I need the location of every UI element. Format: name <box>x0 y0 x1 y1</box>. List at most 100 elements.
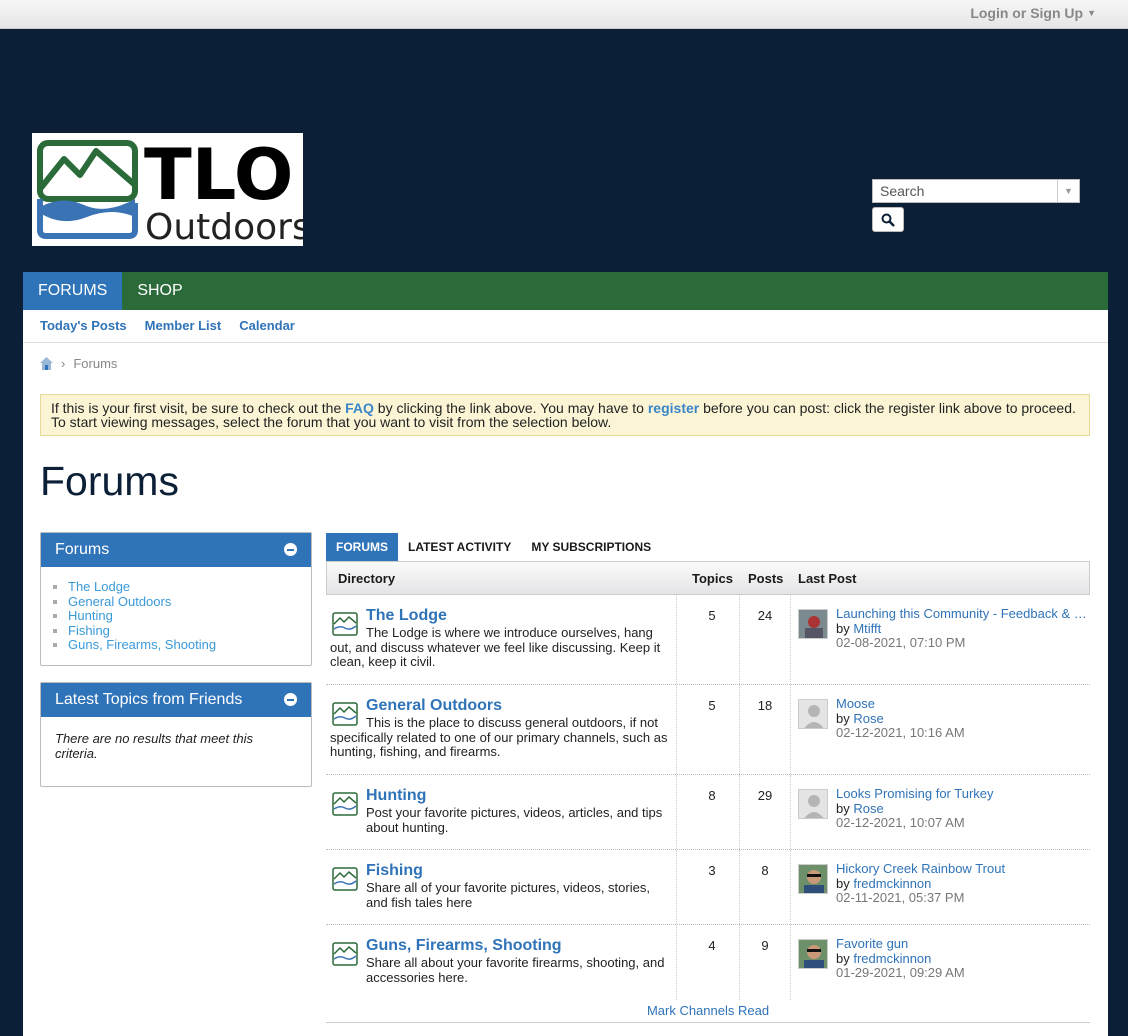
column-divider <box>790 925 791 1000</box>
divider <box>326 1022 1090 1023</box>
logo-text-outdoors: Outdoors <box>145 207 303 246</box>
column-divider <box>790 685 791 774</box>
search-input[interactable] <box>873 180 1057 202</box>
author-link[interactable]: Rose <box>853 801 883 816</box>
search-button[interactable] <box>872 207 904 232</box>
breadcrumb-separator: › <box>61 356 66 371</box>
sub-nav: Today's Posts Member List Calendar <box>23 310 1108 343</box>
todays-posts-link[interactable]: Today's Posts <box>40 310 127 342</box>
page-content: FORUMS SHOP Today's Posts Member List Ca… <box>23 272 1108 1036</box>
author-link[interactable]: fredmckinnon <box>853 876 931 891</box>
by-label: by <box>836 875 854 891</box>
forum-description: This is the place to discuss general out… <box>330 715 668 759</box>
last-post-author: by fredmckinnon <box>836 875 1088 892</box>
avatar[interactable] <box>798 609 828 639</box>
column-divider <box>739 925 740 1000</box>
posts-count: 9 <box>761 938 769 953</box>
header-directory: Directory <box>338 570 396 586</box>
forum-table: Directory Topics Posts Last Post The Lod… <box>326 561 1090 1000</box>
forum-list: The Lodge General Outdoors Hunting Fishi… <box>41 567 311 665</box>
calendar-link[interactable]: Calendar <box>239 310 295 342</box>
forum-description: Post your favorite pictures, videos, art… <box>366 805 663 835</box>
forum-description: Share all of your favorite pictures, vid… <box>366 880 650 910</box>
member-list-link[interactable]: Member List <box>145 310 222 342</box>
header-posts: Posts <box>748 570 784 586</box>
logo-text-tlo: TLO <box>144 134 293 216</box>
mark-channels-read-link[interactable]: Mark Channels Read <box>326 1003 1090 1018</box>
welcome-notice: If this is your first visit, be sure to … <box>40 394 1090 436</box>
avatar[interactable] <box>798 864 828 894</box>
header-topics: Topics <box>692 570 733 586</box>
author-link[interactable]: Mtifft <box>853 621 881 636</box>
last-post: Hickory Creek Rainbow Trout by fredmckin… <box>836 862 1088 906</box>
author-link[interactable]: fredmckinnon <box>853 951 931 966</box>
forum-title-link[interactable]: The Lodge <box>366 607 447 625</box>
by-label: by <box>836 950 854 966</box>
posts-count: 29 <box>757 788 773 803</box>
forum-link-hunting[interactable]: Hunting <box>68 608 113 623</box>
avatar[interactable] <box>798 699 828 729</box>
last-post: Looks Promising for Turkey by Rose 02-12… <box>836 787 1088 831</box>
last-post-author: by Mtifft <box>836 621 1088 637</box>
table-row: Fishing Share all of your favorite pictu… <box>326 850 1090 925</box>
register-link[interactable]: register <box>648 400 699 416</box>
forum-title-link[interactable]: General Outdoors <box>366 697 502 715</box>
nav-tab-forums[interactable]: FORUMS <box>23 272 123 310</box>
page-title: Forums <box>40 458 179 504</box>
topics-count: 3 <box>708 863 716 878</box>
tab-latest-activity[interactable]: LATEST ACTIVITY <box>398 533 521 561</box>
last-post-date: 02-12-2021, 10:07 AM <box>836 815 965 830</box>
avatar[interactable] <box>798 789 828 819</box>
last-post-title-link[interactable]: Launching this Community - Feedback & We… <box>836 607 1088 622</box>
forum-title-link[interactable]: Fishing <box>366 862 423 880</box>
column-divider <box>676 595 677 684</box>
search-options-dropdown[interactable]: ▼ <box>1057 180 1079 202</box>
table-row: Hunting Post your favorite pictures, vid… <box>326 775 1090 850</box>
no-results-text: There are no results that meet this crit… <box>55 731 253 761</box>
topics-count: 5 <box>708 608 716 623</box>
last-post-author: by fredmckinnon <box>836 950 1088 967</box>
table-header: Directory Topics Posts Last Post <box>326 561 1090 595</box>
friends-widget-header: Latest Topics from Friends <box>41 683 311 717</box>
column-divider <box>739 685 740 774</box>
posts-count: 24 <box>757 608 773 623</box>
forum-title-link[interactable]: Guns, Firearms, Shooting <box>366 937 562 955</box>
list-item: General Outdoors <box>68 594 311 610</box>
forum-link-general-outdoors[interactable]: General Outdoors <box>68 594 171 609</box>
column-divider <box>739 775 740 849</box>
forum-title-link[interactable]: Hunting <box>366 787 426 805</box>
search-box: ▼ <box>872 179 1080 203</box>
forums-widget-header: Forums <box>41 533 311 567</box>
author-link[interactable]: Rose <box>853 711 883 726</box>
home-icon[interactable] <box>40 357 53 370</box>
tab-my-subscriptions[interactable]: MY SUBSCRIPTIONS <box>521 533 661 561</box>
avatar[interactable] <box>798 939 828 969</box>
header-last-post: Last Post <box>798 570 857 586</box>
topics-count: 8 <box>708 788 716 803</box>
login-label: Login or Sign Up <box>970 5 1084 21</box>
column-divider <box>739 850 740 924</box>
last-post-title-link[interactable]: Favorite gun <box>836 937 1088 952</box>
last-post-date: 02-08-2021, 07:10 PM <box>836 635 966 650</box>
forum-link-guns[interactable]: Guns, Firearms, Shooting <box>68 637 216 652</box>
site-logo[interactable]: TLO Outdoors <box>32 133 311 248</box>
topics-count: 5 <box>708 698 716 713</box>
forum-link-fishing[interactable]: Fishing <box>68 623 110 638</box>
last-post-title-link[interactable]: Moose <box>836 697 1088 712</box>
last-post-date: 02-11-2021, 05:37 PM <box>836 890 965 905</box>
collapse-icon[interactable] <box>284 543 297 556</box>
top-bar: Login or Sign Up ▼ <box>0 0 1128 29</box>
column-divider <box>676 925 677 1000</box>
last-post-title-link[interactable]: Hickory Creek Rainbow Trout <box>836 862 1088 877</box>
posts-count: 18 <box>757 698 773 713</box>
by-label: by <box>836 710 854 726</box>
collapse-icon[interactable] <box>284 693 297 706</box>
nav-tab-shop[interactable]: SHOP <box>122 272 197 310</box>
tab-forums[interactable]: FORUMS <box>326 533 398 561</box>
forum-description: The Lodge is where we introduce ourselve… <box>330 625 661 669</box>
login-signup-link[interactable]: Login or Sign Up ▼ <box>970 5 1096 21</box>
table-row: General Outdoors This is the place to di… <box>326 685 1090 775</box>
table-row: The Lodge The Lodge is where we introduc… <box>326 595 1090 685</box>
last-post-title-link[interactable]: Looks Promising for Turkey <box>836 787 1088 802</box>
forum-link-the-lodge[interactable]: The Lodge <box>68 579 130 594</box>
